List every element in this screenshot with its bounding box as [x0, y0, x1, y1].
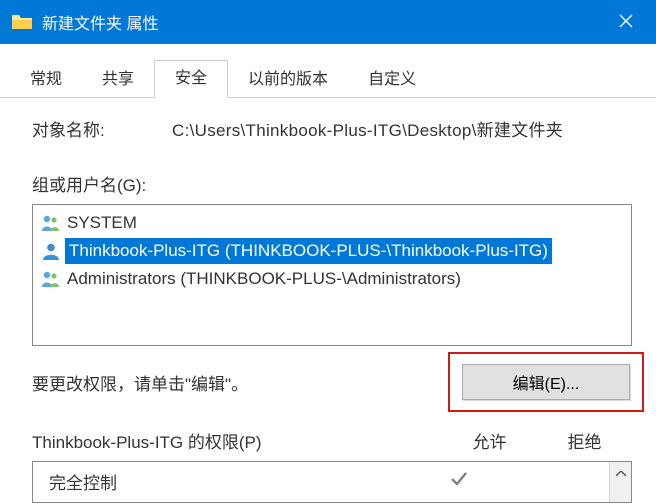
list-item[interactable]: Thinkbook-Plus-ITG (THINKBOOK-PLUS-\Thin…: [33, 237, 631, 265]
window-title: 新建文件夹 属性: [42, 10, 158, 34]
permissions-list: 完全控制: [32, 461, 632, 503]
tab-custom[interactable]: 自定义: [348, 62, 436, 98]
list-item-label: Thinkbook-Plus-ITG (THINKBOOK-PLUS-\Thin…: [65, 238, 552, 264]
tab-previous-versions[interactable]: 以前的版本: [228, 62, 348, 98]
edit-permissions-button[interactable]: 编辑(E)...: [462, 364, 630, 400]
title-bar: 新建文件夹 属性: [0, 0, 656, 44]
close-button[interactable]: [596, 0, 656, 44]
tab-strip: 常规 共享 安全 以前的版本 自定义: [0, 44, 656, 98]
security-panel: 对象名称: C:\Users\Thinkbook-Plus-ITG\Deskto…: [0, 98, 656, 503]
permission-name: 完全控制: [41, 469, 411, 494]
column-deny: 拒绝: [537, 428, 632, 453]
principals-list[interactable]: SYSTEMThinkbook-Plus-ITG (THINKBOOK-PLUS…: [32, 204, 632, 346]
groups-label: 组或用户名(G):: [32, 171, 632, 196]
edit-hint-label: 要更改权限，请单击"编辑"。: [32, 370, 462, 395]
object-name-label: 对象名称:: [32, 116, 172, 141]
permission-allow: [411, 471, 506, 492]
close-icon: [619, 14, 633, 31]
group-icon: [41, 214, 65, 232]
tab-share[interactable]: 共享: [82, 62, 154, 98]
list-item-label: SYSTEM: [65, 210, 139, 236]
check-icon: [450, 472, 468, 491]
tab-general[interactable]: 常规: [10, 62, 82, 98]
scroll-up-button[interactable]: [610, 462, 631, 482]
scrollbar[interactable]: [609, 462, 631, 502]
chevron-up-icon: [616, 462, 626, 482]
tab-security[interactable]: 安全: [154, 60, 228, 98]
object-name-value: C:\Users\Thinkbook-Plus-ITG\Desktop\新建文件…: [172, 116, 632, 141]
permission-row: 完全控制: [41, 466, 601, 496]
user-icon: [41, 242, 65, 260]
list-item[interactable]: SYSTEM: [33, 209, 631, 237]
column-allow: 允许: [442, 428, 537, 453]
permissions-title: Thinkbook-Plus-ITG 的权限(P): [32, 428, 442, 453]
list-item[interactable]: Administrators (THINKBOOK-PLUS-\Administ…: [33, 265, 631, 293]
folder-icon: [12, 14, 32, 30]
list-item-label: Administrators (THINKBOOK-PLUS-\Administ…: [65, 266, 463, 292]
group-icon: [41, 270, 65, 288]
